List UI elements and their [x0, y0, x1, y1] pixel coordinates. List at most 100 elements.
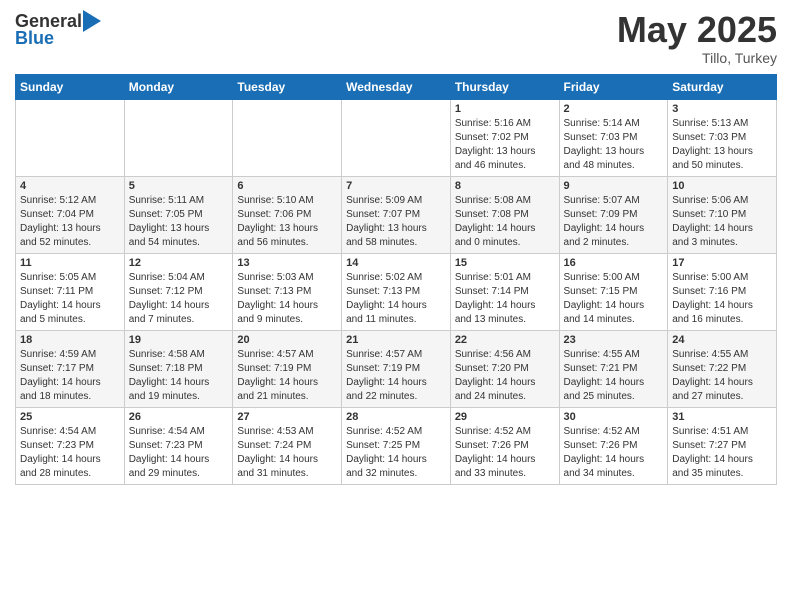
day-info: Sunrise: 5:07 AMSunset: 7:09 PMDaylight:…: [564, 194, 664, 250]
day-info: Sunrise: 4:57 AMSunset: 7:19 PMDaylight:…: [237, 348, 337, 404]
title-block: May 2025 Tillo, Turkey: [617, 10, 777, 66]
day-number: 23: [564, 334, 664, 346]
calendar: Sunday Monday Tuesday Wednesday Thursday…: [15, 74, 777, 485]
table-cell: 19Sunrise: 4:58 AMSunset: 7:18 PMDayligh…: [124, 330, 233, 407]
day-info: Sunrise: 5:10 AMSunset: 7:06 PMDaylight:…: [237, 194, 337, 250]
col-sunday: Sunday: [16, 74, 125, 99]
day-info: Sunrise: 4:59 AMSunset: 7:17 PMDaylight:…: [20, 348, 120, 404]
day-number: 14: [346, 257, 446, 269]
day-info: Sunrise: 5:08 AMSunset: 7:08 PMDaylight:…: [455, 194, 555, 250]
day-info: Sunrise: 5:03 AMSunset: 7:13 PMDaylight:…: [237, 271, 337, 327]
day-number: 18: [20, 334, 120, 346]
table-cell: [233, 99, 342, 176]
day-number: 6: [237, 180, 337, 192]
weekday-header-row: Sunday Monday Tuesday Wednesday Thursday…: [16, 74, 777, 99]
day-info: Sunrise: 4:52 AMSunset: 7:26 PMDaylight:…: [455, 425, 555, 481]
day-number: 24: [672, 334, 772, 346]
day-info: Sunrise: 5:13 AMSunset: 7:03 PMDaylight:…: [672, 117, 772, 173]
table-cell: 12Sunrise: 5:04 AMSunset: 7:12 PMDayligh…: [124, 253, 233, 330]
table-cell: 1 Sunrise: 5:16 AMSunset: 7:02 PMDaylight…: [450, 99, 559, 176]
day-number: 11: [20, 257, 120, 269]
day-info: Sunrise: 5:00 AMSunset: 7:15 PMDaylight:…: [564, 271, 664, 327]
table-cell: [342, 99, 451, 176]
col-friday: Friday: [559, 74, 668, 99]
logo-icon: [83, 10, 101, 32]
week-row-5: 25Sunrise: 4:54 AMSunset: 7:23 PMDayligh…: [16, 407, 777, 484]
day-number: 4: [20, 180, 120, 192]
table-cell: 18 Sunrise: 4:59 AMSunset: 7:17 PMDayligh…: [16, 330, 125, 407]
table-cell: 26 Sunrise: 4:54 AMSunset: 7:23 PMDayligh…: [124, 407, 233, 484]
table-cell: 28Sunrise: 4:52 AMSunset: 7:25 PMDayligh…: [342, 407, 451, 484]
table-cell: 30 Sunrise: 4:52 AMSunset: 7:26 PMDayligh…: [559, 407, 668, 484]
col-thursday: Thursday: [450, 74, 559, 99]
day-info: Sunrise: 5:00 AMSunset: 7:16 PMDaylight:…: [672, 271, 772, 327]
day-info: Sunrise: 5:01 AMSunset: 7:14 PMDaylight:…: [455, 271, 555, 327]
day-number: 22: [455, 334, 555, 346]
table-cell: [124, 99, 233, 176]
table-cell: 8 Sunrise: 5:08 AMSunset: 7:08 PMDaylight…: [450, 176, 559, 253]
day-number: 5: [129, 180, 229, 192]
day-number: 27: [237, 411, 337, 423]
day-number: 26: [129, 411, 229, 423]
day-number: 20: [237, 334, 337, 346]
day-number: 8: [455, 180, 555, 192]
week-row-1: 1 Sunrise: 5:16 AMSunset: 7:02 PMDaylight…: [16, 99, 777, 176]
day-info: Sunrise: 4:52 AMSunset: 7:25 PMDaylight:…: [346, 425, 446, 481]
table-cell: 10 Sunrise: 5:06 AMSunset: 7:10 PMDayligh…: [668, 176, 777, 253]
day-info: Sunrise: 5:16 AMSunset: 7:02 PMDaylight:…: [455, 117, 555, 173]
day-number: 1: [455, 103, 555, 115]
logo-blue: Blue: [15, 28, 54, 49]
table-cell: 4 Sunrise: 5:12 AMSunset: 7:04 PMDaylight…: [16, 176, 125, 253]
day-info: Sunrise: 5:05 AMSunset: 7:11 PMDaylight:…: [20, 271, 120, 327]
day-number: 7: [346, 180, 446, 192]
day-number: 10: [672, 180, 772, 192]
week-row-4: 18 Sunrise: 4:59 AMSunset: 7:17 PMDayligh…: [16, 330, 777, 407]
table-cell: 7Sunrise: 5:09 AMSunset: 7:07 PMDaylight…: [342, 176, 451, 253]
table-cell: 3 Sunrise: 5:13 AMSunset: 7:03 PMDaylight…: [668, 99, 777, 176]
col-wednesday: Wednesday: [342, 74, 451, 99]
day-number: 17: [672, 257, 772, 269]
table-cell: 9 Sunrise: 5:07 AMSunset: 7:09 PMDaylight…: [559, 176, 668, 253]
day-info: Sunrise: 4:55 AMSunset: 7:21 PMDaylight:…: [564, 348, 664, 404]
week-row-3: 11 Sunrise: 5:05 AMSunset: 7:11 PMDayligh…: [16, 253, 777, 330]
day-info: Sunrise: 4:54 AMSunset: 7:23 PMDaylight:…: [20, 425, 120, 481]
day-number: 9: [564, 180, 664, 192]
month-title: May 2025: [617, 10, 777, 50]
day-info: Sunrise: 4:54 AMSunset: 7:23 PMDaylight:…: [129, 425, 229, 481]
table-cell: 17 Sunrise: 5:00 AMSunset: 7:16 PMDayligh…: [668, 253, 777, 330]
table-cell: 25Sunrise: 4:54 AMSunset: 7:23 PMDayligh…: [16, 407, 125, 484]
page: General Blue May 2025 Tillo, Turkey Sund…: [0, 0, 792, 500]
table-cell: 23 Sunrise: 4:55 AMSunset: 7:21 PMDayligh…: [559, 330, 668, 407]
day-number: 2: [564, 103, 664, 115]
day-info: Sunrise: 5:02 AMSunset: 7:13 PMDaylight:…: [346, 271, 446, 327]
day-info: Sunrise: 5:04 AMSunset: 7:12 PMDaylight:…: [129, 271, 229, 327]
table-cell: 22Sunrise: 4:56 AMSunset: 7:20 PMDayligh…: [450, 330, 559, 407]
col-saturday: Saturday: [668, 74, 777, 99]
day-info: Sunrise: 5:12 AMSunset: 7:04 PMDaylight:…: [20, 194, 120, 250]
day-number: 3: [672, 103, 772, 115]
table-cell: 15 Sunrise: 5:01 AMSunset: 7:14 PMDayligh…: [450, 253, 559, 330]
day-info: Sunrise: 4:58 AMSunset: 7:18 PMDaylight:…: [129, 348, 229, 404]
day-info: Sunrise: 4:57 AMSunset: 7:19 PMDaylight:…: [346, 348, 446, 404]
day-number: 13: [237, 257, 337, 269]
day-info: Sunrise: 5:06 AMSunset: 7:10 PMDaylight:…: [672, 194, 772, 250]
day-info: Sunrise: 4:53 AMSunset: 7:24 PMDaylight:…: [237, 425, 337, 481]
logo: General Blue: [15, 10, 101, 49]
table-cell: [16, 99, 125, 176]
table-cell: 16 Sunrise: 5:00 AMSunset: 7:15 PMDayligh…: [559, 253, 668, 330]
table-cell: 21Sunrise: 4:57 AMSunset: 7:19 PMDayligh…: [342, 330, 451, 407]
table-cell: 31Sunrise: 4:51 AMSunset: 7:27 PMDayligh…: [668, 407, 777, 484]
week-row-2: 4 Sunrise: 5:12 AMSunset: 7:04 PMDaylight…: [16, 176, 777, 253]
day-number: 15: [455, 257, 555, 269]
day-info: Sunrise: 4:52 AMSunset: 7:26 PMDaylight:…: [564, 425, 664, 481]
location-title: Tillo, Turkey: [617, 50, 777, 66]
day-info: Sunrise: 4:55 AMSunset: 7:22 PMDaylight:…: [672, 348, 772, 404]
table-cell: 13 Sunrise: 5:03 AMSunset: 7:13 PMDayligh…: [233, 253, 342, 330]
day-number: 30: [564, 411, 664, 423]
day-number: 29: [455, 411, 555, 423]
day-number: 31: [672, 411, 772, 423]
day-number: 16: [564, 257, 664, 269]
table-cell: 20 Sunrise: 4:57 AMSunset: 7:19 PMDayligh…: [233, 330, 342, 407]
header: General Blue May 2025 Tillo, Turkey: [15, 10, 777, 66]
table-cell: 6 Sunrise: 5:10 AMSunset: 7:06 PMDaylight…: [233, 176, 342, 253]
